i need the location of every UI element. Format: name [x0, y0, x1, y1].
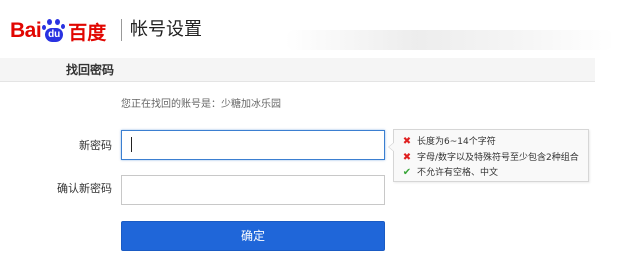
new-password-label: 新密码	[79, 139, 112, 152]
header-divider	[121, 19, 122, 41]
confirm-password-label: 确认新密码	[57, 182, 112, 195]
text-caret	[131, 137, 132, 152]
logo-text-du: du	[48, 29, 61, 40]
header-background-smudge	[285, 30, 615, 50]
subnav-bar: 找回密码	[0, 58, 595, 82]
password-rules-tooltip: ✖ 长度为6~14个字符 ✖ 字母/数字以及特殊符号至少包含2种组合 ✔ 不允许…	[388, 129, 589, 182]
rule-length: ✖ 长度为6~14个字符	[402, 135, 496, 149]
confirm-password-input[interactable]	[121, 175, 385, 205]
paw-icon: du	[42, 19, 66, 43]
cross-icon: ✖	[402, 152, 412, 163]
logo-text-chinese: 百度	[68, 21, 107, 44]
cross-icon: ✖	[402, 136, 412, 147]
account-info-text: 您正在找回的账号是：少糖加冰乐园	[121, 99, 281, 110]
baidu-logo[interactable]: Bai du 百度	[10, 18, 106, 44]
new-password-input[interactable]	[121, 130, 385, 160]
rule-combination-text: 字母/数字以及特殊符号至少包含2种组合	[417, 153, 579, 163]
rule-no-spaces-text: 不允许有空格、中文	[417, 168, 499, 178]
rule-combination: ✖ 字母/数字以及特殊符号至少包含2种组合	[402, 151, 579, 165]
rule-no-spaces: ✔ 不允许有空格、中文	[402, 166, 498, 180]
submit-button[interactable]: 确定	[121, 221, 385, 251]
page-header: Bai du 百度 帐号设置	[0, 0, 636, 58]
logo-text-bai: Bai	[10, 19, 42, 42]
page-title: 帐号设置	[130, 19, 202, 40]
subnav-title: 找回密码	[66, 63, 115, 77]
check-icon: ✔	[402, 167, 412, 178]
rule-length-text: 长度为6~14个字符	[417, 137, 496, 147]
